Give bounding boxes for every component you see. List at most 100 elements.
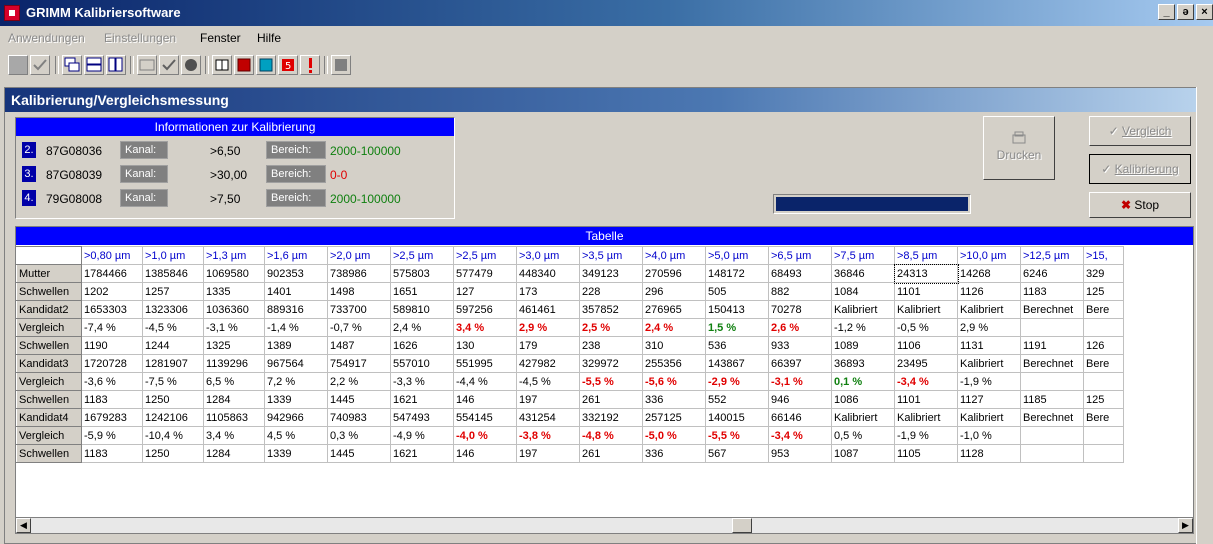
table-cell[interactable]: 738986 (327, 264, 391, 283)
table-cell[interactable]: 2,9 % (516, 318, 580, 337)
table-cell[interactable]: -7,5 % (142, 372, 204, 391)
table-cell[interactable]: 2,4 % (642, 318, 706, 337)
book-icon[interactable] (212, 55, 232, 75)
table-cell[interactable]: -5,5 % (579, 372, 643, 391)
table-cell[interactable]: -3,3 % (390, 372, 454, 391)
table-cell[interactable]: 448340 (516, 264, 580, 283)
table-cell[interactable]: 146 (453, 390, 517, 409)
table-cell[interactable]: -1,9 % (894, 426, 958, 445)
table-cell[interactable]: 24313 (893, 263, 959, 284)
close-button[interactable]: × (1196, 4, 1213, 20)
table-cell[interactable]: -7,4 % (81, 318, 143, 337)
table-cell[interactable]: 1498 (327, 282, 391, 301)
table-cell[interactable]: 1244 (142, 336, 204, 355)
kalibrierung-button[interactable]: ✓ Kalibrierung (1089, 154, 1191, 184)
toolbar-disabled-icon[interactable] (8, 55, 28, 75)
table-cell[interactable]: 882 (768, 282, 832, 301)
table-cell[interactable] (1020, 426, 1084, 445)
table-cell[interactable]: 1389 (264, 336, 328, 355)
table-cell[interactable]: 1284 (203, 390, 265, 409)
table-cell[interactable]: 889316 (264, 300, 328, 319)
table-cell[interactable]: 1242106 (142, 408, 204, 427)
column-header[interactable]: >1,3 µm (203, 246, 265, 265)
table-cell[interactable]: 1284 (203, 444, 265, 463)
table-cell[interactable]: 349123 (579, 264, 643, 283)
edit-check-icon[interactable] (159, 55, 179, 75)
table-cell[interactable]: -4,4 % (453, 372, 517, 391)
table-cell[interactable]: 1626 (390, 336, 454, 355)
table-cell[interactable]: Kalibriert (957, 354, 1021, 373)
table-cell[interactable]: 36893 (831, 354, 895, 373)
table-cell[interactable]: 1087 (831, 444, 895, 463)
column-header[interactable]: >7,5 µm (831, 246, 895, 265)
table-cell[interactable]: 547493 (390, 408, 454, 427)
exclamation-icon[interactable] (300, 55, 320, 75)
horizontal-scrollbar[interactable]: ◀ ▶ (15, 517, 1194, 534)
table-cell[interactable]: 2,4 % (390, 318, 454, 337)
table-cell[interactable]: 68493 (768, 264, 832, 283)
table-cell[interactable]: -3,1 % (203, 318, 265, 337)
vertical-scrollbar[interactable] (1196, 87, 1213, 544)
table-cell[interactable]: -1,9 % (957, 372, 1021, 391)
table-cell[interactable]: -3,1 % (768, 372, 832, 391)
minimize-button[interactable]: _ (1158, 4, 1175, 20)
table-cell[interactable]: -1,0 % (957, 426, 1021, 445)
table-cell[interactable]: 257125 (642, 408, 706, 427)
table-cell[interactable]: -2,9 % (705, 372, 769, 391)
table-cell[interactable]: 933 (768, 336, 832, 355)
table-cell[interactable]: 505 (705, 282, 769, 301)
table-cell[interactable]: 1036360 (203, 300, 265, 319)
table-cell[interactable]: 953 (768, 444, 832, 463)
table-cell[interactable]: 0,5 % (831, 426, 895, 445)
table-cell[interactable]: 1185 (1020, 390, 1084, 409)
table-cell[interactable]: 7,2 % (264, 372, 328, 391)
table-cell[interactable]: 336 (642, 390, 706, 409)
table-cell[interactable]: -4,5 % (142, 318, 204, 337)
table-cell[interactable]: 942966 (264, 408, 328, 427)
table-cell[interactable]: 946 (768, 390, 832, 409)
table-cell[interactable]: 1139296 (203, 354, 265, 373)
table-cell[interactable]: -0,5 % (894, 318, 958, 337)
table-cell[interactable]: 1445 (327, 390, 391, 409)
table-cell[interactable]: 173 (516, 282, 580, 301)
table-cell[interactable]: 1250 (142, 390, 204, 409)
table-cell[interactable]: 431254 (516, 408, 580, 427)
table-cell[interactable] (1083, 372, 1124, 391)
column-header[interactable]: >12,5 µm (1020, 246, 1084, 265)
table-cell[interactable]: 1323306 (142, 300, 204, 319)
tile-horizontal-icon[interactable] (84, 55, 104, 75)
table-cell[interactable]: 557010 (390, 354, 454, 373)
table-cell[interactable]: Bere (1083, 300, 1124, 319)
table-cell[interactable]: -5,0 % (642, 426, 706, 445)
table-cell[interactable]: 1679283 (81, 408, 143, 427)
table-cell[interactable]: -1,2 % (831, 318, 895, 337)
table-cell[interactable]: Kalibriert (957, 300, 1021, 319)
table-cell[interactable]: -1,4 % (264, 318, 328, 337)
table-cell[interactable]: 1069580 (203, 264, 265, 283)
table-cell[interactable]: 143867 (705, 354, 769, 373)
table-cell[interactable]: -0,7 % (327, 318, 391, 337)
table-cell[interactable] (1020, 318, 1084, 337)
table-cell[interactable]: 197 (516, 444, 580, 463)
table-cell[interactable]: 754917 (327, 354, 391, 373)
table-cell[interactable]: 125 (1083, 390, 1124, 409)
table-cell[interactable]: 130 (453, 336, 517, 355)
table-cell[interactable]: -4,0 % (453, 426, 517, 445)
table-cell[interactable]: 1621 (390, 390, 454, 409)
table-cell[interactable]: 567 (705, 444, 769, 463)
menu-anwendungen[interactable]: Anwendungen (8, 31, 85, 45)
table-cell[interactable]: 36846 (831, 264, 895, 283)
table-cell[interactable]: 329972 (579, 354, 643, 373)
table-cell[interactable]: -5,9 % (81, 426, 143, 445)
table-cell[interactable]: 6,5 % (203, 372, 265, 391)
table-cell[interactable]: 261 (579, 390, 643, 409)
table-cell[interactable]: -5,6 % (642, 372, 706, 391)
table-cell[interactable] (1083, 426, 1124, 445)
window-icon[interactable] (137, 55, 157, 75)
table-cell[interactable]: 336 (642, 444, 706, 463)
column-header[interactable]: >1,6 µm (264, 246, 328, 265)
table-cell[interactable]: 148172 (705, 264, 769, 283)
stop-button[interactable]: ✖ Stop (1089, 192, 1191, 218)
table-cell[interactable]: 1339 (264, 444, 328, 463)
table-cell[interactable]: Kalibriert (894, 408, 958, 427)
